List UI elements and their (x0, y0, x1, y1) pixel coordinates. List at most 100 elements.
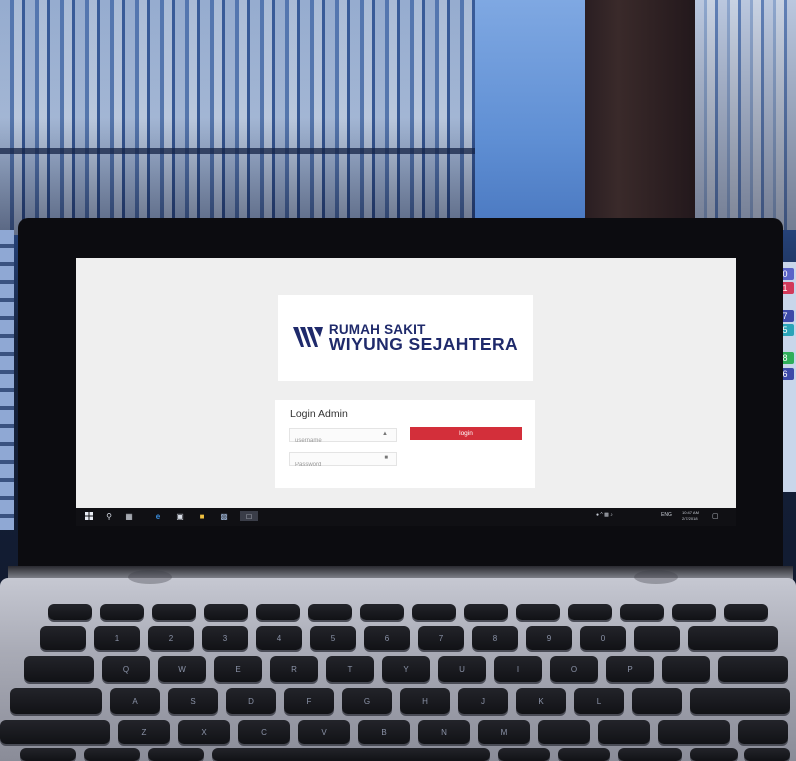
key-z[interactable]: Z (118, 720, 170, 744)
tab-key[interactable] (24, 656, 94, 682)
password-input[interactable] (290, 459, 381, 471)
key-2[interactable]: 2 (148, 626, 194, 650)
active-window-icon[interactable]: □ (240, 511, 258, 521)
key-i[interactable]: I (494, 656, 542, 682)
clock-date[interactable]: 2/7/2018 (682, 516, 698, 521)
enter-key[interactable] (690, 688, 790, 714)
notification-icon[interactable]: ▢ (712, 512, 719, 520)
key[interactable] (724, 604, 768, 620)
app-icon[interactable]: ▩ (218, 511, 230, 521)
key[interactable] (634, 626, 680, 650)
cabinet (585, 0, 695, 235)
key-s[interactable]: S (168, 688, 218, 714)
key[interactable] (360, 604, 404, 620)
arrow-down-key[interactable] (744, 748, 790, 761)
key[interactable] (662, 656, 710, 682)
key-q[interactable]: Q (102, 656, 150, 682)
store-icon[interactable]: ▣ (174, 511, 186, 521)
search-icon[interactable]: ⚲ (104, 511, 114, 521)
menu-key[interactable] (558, 748, 610, 761)
password-field[interactable]: ■ (289, 452, 397, 471)
key-3[interactable]: 3 (202, 626, 248, 650)
backspace-key[interactable] (688, 626, 778, 650)
key-j[interactable]: J (458, 688, 508, 714)
key-t[interactable]: T (326, 656, 374, 682)
windows-start-icon[interactable] (84, 511, 94, 521)
file-explorer-icon[interactable]: ■ (196, 511, 208, 521)
key-h[interactable]: H (400, 688, 450, 714)
key-4[interactable]: 4 (256, 626, 302, 650)
shift-left-key[interactable] (0, 720, 110, 744)
key[interactable] (516, 604, 560, 620)
key[interactable] (620, 604, 664, 620)
key-6[interactable]: 6 (364, 626, 410, 650)
speaker-right (634, 570, 678, 584)
key[interactable] (152, 604, 196, 620)
login-button[interactable]: login (410, 427, 522, 440)
key-l[interactable]: L (574, 688, 624, 714)
key[interactable] (598, 720, 650, 744)
key-b[interactable]: B (358, 720, 410, 744)
caps-lock-key[interactable] (10, 688, 102, 714)
clock-time[interactable]: 10:47 AM (682, 510, 699, 515)
key-f[interactable]: F (284, 688, 334, 714)
task-view-icon[interactable]: ▦ (124, 511, 134, 521)
key-y[interactable]: Y (382, 656, 430, 682)
key[interactable] (308, 604, 352, 620)
left-files-edge (0, 230, 14, 530)
key[interactable] (464, 604, 508, 620)
login-form: Login Admin ▲ ■ login (275, 400, 535, 488)
key-u[interactable]: U (438, 656, 486, 682)
key-8[interactable]: 8 (472, 626, 518, 650)
key[interactable] (412, 604, 456, 620)
language-indicator[interactable]: ENG (661, 512, 672, 518)
ctrl-key[interactable] (618, 748, 682, 761)
key-w[interactable]: W (158, 656, 206, 682)
key[interactable] (48, 604, 92, 620)
key-d[interactable]: D (226, 688, 276, 714)
key-0[interactable]: 0 (580, 626, 626, 650)
username-field[interactable]: ▲ (289, 428, 397, 447)
key-k[interactable]: K (516, 688, 566, 714)
key-p[interactable]: P (606, 656, 654, 682)
tray-icons[interactable]: ● ^ ▩ ♪ (596, 512, 613, 518)
key-m[interactable]: M (478, 720, 530, 744)
key-a[interactable]: A (110, 688, 160, 714)
key[interactable] (204, 604, 248, 620)
arrow-up-key[interactable] (738, 720, 788, 744)
key-1[interactable]: 1 (94, 626, 140, 650)
key[interactable] (256, 604, 300, 620)
alt-key[interactable] (148, 748, 204, 761)
key[interactable] (632, 688, 682, 714)
key-5[interactable]: 5 (310, 626, 356, 650)
logo-line-2: WIYUNG SEJAHTERA (328, 334, 519, 354)
key[interactable] (568, 604, 612, 620)
arrow-left-key[interactable] (690, 748, 738, 761)
key-x[interactable]: X (178, 720, 230, 744)
key[interactable] (100, 604, 144, 620)
fn-key[interactable] (20, 748, 76, 761)
wall (475, 0, 590, 230)
spacebar-key[interactable] (212, 748, 490, 761)
key-c[interactable]: C (238, 720, 290, 744)
key-r[interactable]: R (270, 656, 318, 682)
right-files (695, 0, 796, 230)
key-n[interactable]: N (418, 720, 470, 744)
alt-gr-key[interactable] (498, 748, 550, 761)
key-g[interactable]: G (342, 688, 392, 714)
speaker-left (128, 570, 172, 584)
key-7[interactable]: 7 (418, 626, 464, 650)
key-o[interactable]: O (550, 656, 598, 682)
key[interactable] (718, 656, 788, 682)
key-v[interactable]: V (298, 720, 350, 744)
key-9[interactable]: 9 (526, 626, 572, 650)
edge-browser-icon[interactable]: e (152, 511, 164, 521)
key[interactable] (538, 720, 590, 744)
key[interactable] (672, 604, 716, 620)
key-e[interactable]: E (214, 656, 262, 682)
login-title: Login Admin (290, 408, 348, 420)
shift-right-key[interactable] (658, 720, 730, 744)
username-input[interactable] (290, 435, 381, 447)
windows-key[interactable] (84, 748, 140, 761)
key[interactable] (40, 626, 86, 650)
